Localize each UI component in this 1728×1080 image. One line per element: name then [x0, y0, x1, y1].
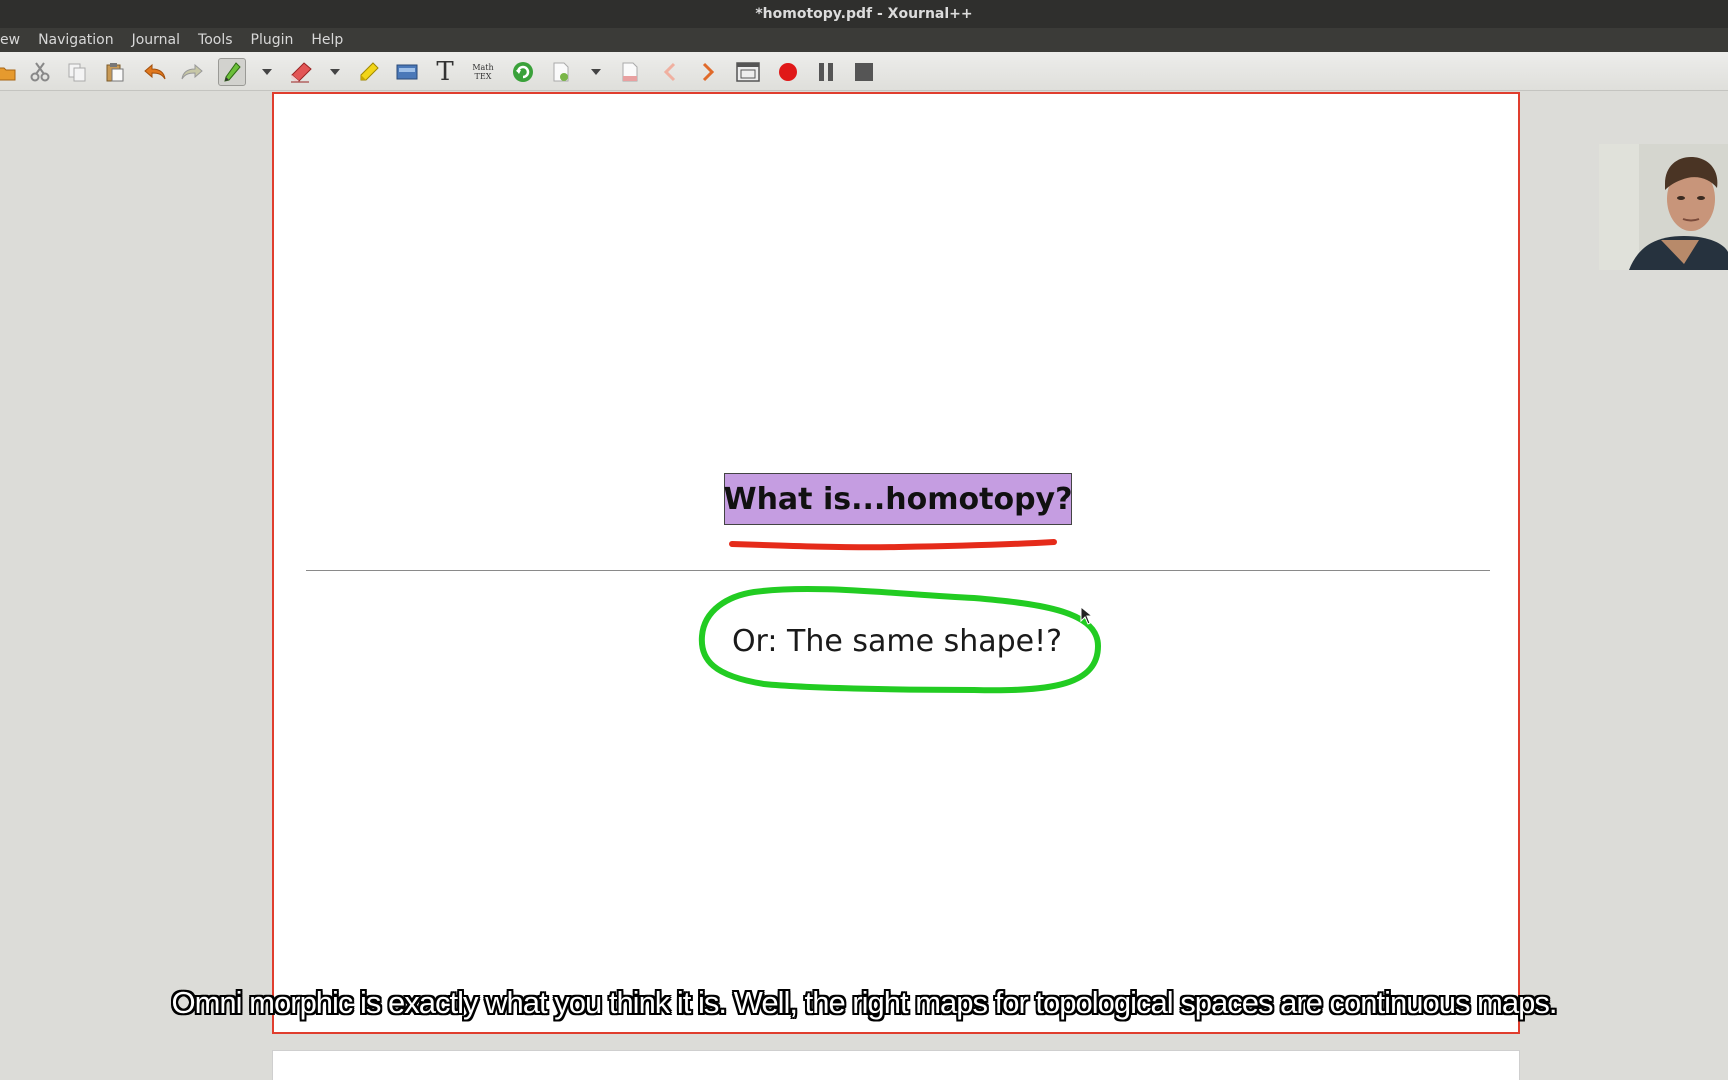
presenter-image — [1599, 144, 1728, 270]
menu-tools[interactable]: Tools — [192, 32, 239, 48]
highlighter-icon[interactable] — [355, 58, 383, 86]
toolbar: T Math TEX — [0, 52, 1728, 91]
menu-navigation[interactable]: Navigation — [32, 32, 120, 48]
latex-icon[interactable]: Math TEX — [469, 58, 497, 86]
redo-icon[interactable] — [178, 58, 206, 86]
previous-page-icon[interactable] — [656, 58, 684, 86]
menu-view[interactable]: ew — [0, 32, 26, 48]
webcam-video — [1599, 144, 1728, 270]
eraser-dropdown-icon[interactable] — [327, 58, 343, 86]
slide-subtitle: Or: The same shape!? — [731, 624, 1063, 659]
window-title-bar: *homotopy.pdf - Xournal++ — [0, 0, 1728, 28]
stop-icon[interactable] — [850, 58, 878, 86]
video-caption: Omni morphic is exactly what you think i… — [171, 985, 1558, 1020]
text-tool-icon[interactable]: T — [431, 58, 459, 86]
pen-tool-button[interactable] — [218, 58, 246, 86]
menu-bar: ew Navigation Journal Tools Plugin Help — [0, 28, 1728, 52]
mouse-cursor-icon — [1080, 606, 1094, 625]
insert-page-icon[interactable] — [547, 58, 575, 86]
open-icon[interactable] — [0, 58, 20, 86]
refresh-icon[interactable] — [509, 58, 537, 86]
image-icon[interactable] — [393, 58, 421, 86]
page-icon[interactable] — [616, 58, 644, 86]
next-pdf-page[interactable] — [272, 1050, 1520, 1080]
insert-page-dropdown-icon[interactable] — [588, 58, 604, 86]
menu-journal[interactable]: Journal — [126, 32, 186, 48]
menu-help[interactable]: Help — [305, 32, 349, 48]
eraser-icon[interactable] — [287, 58, 315, 86]
menu-plugin[interactable]: Plugin — [245, 32, 300, 48]
slide-title: What is...homotopy? — [723, 473, 1073, 525]
fullscreen-icon[interactable] — [734, 58, 762, 86]
red-underline-annotation — [729, 539, 1057, 551]
screen: *homotopy.pdf - Xournal++ ew Navigation … — [0, 0, 1728, 1080]
pen-icon — [224, 62, 241, 82]
record-icon[interactable] — [774, 58, 802, 86]
next-page-icon[interactable] — [694, 58, 722, 86]
window-title: *homotopy.pdf - Xournal++ — [755, 6, 973, 22]
cut-icon[interactable] — [26, 58, 54, 86]
undo-icon[interactable] — [141, 58, 169, 86]
slide-divider — [306, 570, 1490, 571]
pause-icon[interactable] — [812, 58, 840, 86]
pdf-page[interactable]: What is...homotopy? Or: The same shape!? — [272, 92, 1520, 1034]
paste-icon[interactable] — [101, 58, 129, 86]
copy-icon[interactable] — [63, 58, 91, 86]
pen-dropdown-icon[interactable] — [259, 58, 275, 86]
